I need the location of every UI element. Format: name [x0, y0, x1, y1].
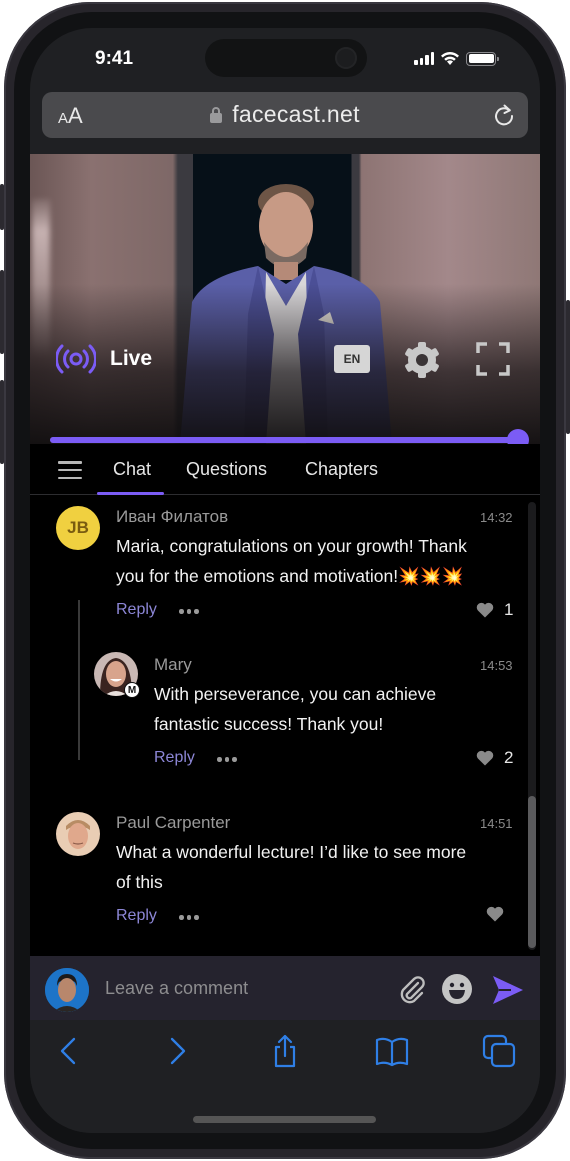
power-button	[566, 300, 570, 434]
reload-icon[interactable]	[492, 103, 516, 127]
comment-time: 14:51	[480, 816, 513, 831]
screen: 9:41 AA facecast.net Live EN Chat Questi…	[30, 28, 540, 1133]
comment-time: 14:53	[480, 658, 513, 673]
battery-icon	[466, 51, 499, 66]
comment-text-line2: you for the emotions and motivation!💥💥💥	[116, 566, 464, 586]
action-button	[0, 184, 4, 230]
menu-icon[interactable]	[58, 461, 82, 479]
comment-time: 14:32	[480, 510, 513, 525]
url-text[interactable]: facecast.net	[232, 101, 360, 128]
current-user-avatar	[45, 968, 89, 1012]
volume-down-button	[0, 380, 4, 464]
live-broadcast-icon	[56, 344, 96, 374]
status-time: 9:41	[95, 48, 134, 69]
bookmarks-icon[interactable]	[375, 1034, 409, 1068]
tabs-icon[interactable]	[482, 1034, 516, 1068]
avatar: JB	[56, 506, 100, 550]
emoji-icon[interactable]	[441, 973, 473, 1005]
forward-icon[interactable]	[160, 1034, 194, 1068]
like-button[interactable]: 1	[476, 600, 513, 620]
tab-chapters[interactable]: Chapters	[305, 459, 378, 480]
cellular-signal-icon	[414, 52, 434, 65]
comment-author: Иван Филатов	[116, 507, 229, 526]
tab-chat[interactable]: Chat	[113, 459, 151, 480]
status-icons	[414, 51, 499, 66]
wifi-icon	[441, 52, 459, 65]
comment-item: Paul Carpenter 14:51 What a wonderful le…	[30, 802, 540, 942]
progress-knob[interactable]	[507, 429, 529, 444]
camera-icon	[335, 47, 357, 69]
reply-comment-item: M Mary 14:53 With perseverance, you can …	[30, 644, 540, 784]
heart-icon	[486, 906, 504, 922]
comment-text-line1: With perseverance, you can achieve	[154, 684, 437, 704]
dynamic-island	[205, 39, 367, 77]
comment-composer	[30, 956, 540, 1020]
active-tab-indicator	[97, 492, 164, 495]
video-player[interactable]: Live EN	[30, 154, 540, 444]
comment-text-line2: of this	[116, 872, 163, 892]
live-label: Live	[110, 347, 153, 370]
gear-icon[interactable]	[402, 340, 442, 380]
fullscreen-icon[interactable]	[476, 342, 510, 376]
back-icon[interactable]	[52, 1034, 86, 1068]
moderator-badge: M	[124, 682, 140, 698]
comment-text-line1: What a wonderful lecture! I’d like to se…	[116, 842, 467, 862]
share-icon[interactable]	[268, 1034, 302, 1068]
like-count: 2	[504, 748, 514, 767]
volume-up-button	[0, 270, 4, 354]
comment-author: Mary	[154, 655, 192, 674]
more-options-icon[interactable]	[179, 609, 199, 614]
tab-bar: Chat Questions Chapters	[30, 444, 540, 495]
more-options-icon[interactable]	[217, 757, 237, 762]
like-count: 1	[504, 600, 514, 619]
comment-text-line1: Maria, congratulations on your growth! T…	[116, 536, 467, 556]
language-button[interactable]: EN	[334, 345, 370, 373]
like-button[interactable]: 2	[476, 748, 513, 768]
paperclip-icon[interactable]	[396, 974, 428, 1006]
playback-progress-slider[interactable]	[50, 429, 529, 444]
address-bar[interactable]: AA facecast.net	[42, 92, 528, 138]
reply-button[interactable]: Reply	[116, 601, 157, 619]
heart-icon	[476, 750, 494, 766]
comment-list[interactable]: JB Иван Филатов 14:32 Maria, congratulat…	[30, 496, 540, 956]
reply-button[interactable]: Reply	[116, 907, 157, 925]
lock-icon	[210, 106, 223, 123]
heart-icon	[476, 602, 494, 618]
live-indicator: Live	[56, 344, 152, 374]
comment-text-line2: fantastic success! Thank you!	[154, 714, 384, 734]
chat-panel: Chat Questions Chapters JB Иван Филатов …	[30, 444, 540, 956]
more-options-icon[interactable]	[179, 915, 199, 920]
scrollbar-thumb[interactable]	[528, 796, 536, 948]
comment-author: Paul Carpenter	[116, 813, 231, 832]
comment-input[interactable]	[105, 974, 385, 1002]
send-icon[interactable]	[491, 974, 525, 1006]
browser-toolbar	[30, 1020, 540, 1133]
tab-questions[interactable]: Questions	[186, 459, 267, 480]
avatar	[56, 812, 100, 856]
home-indicator[interactable]	[193, 1116, 376, 1123]
comment-item: JB Иван Филатов 14:32 Maria, congratulat…	[30, 496, 540, 636]
like-button[interactable]	[486, 906, 514, 922]
progress-fill	[50, 437, 518, 443]
reply-button[interactable]: Reply	[154, 749, 195, 767]
